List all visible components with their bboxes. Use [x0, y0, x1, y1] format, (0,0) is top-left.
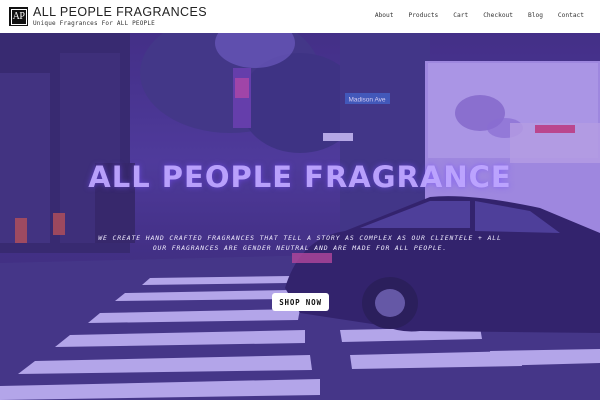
logo[interactable]: AP	[9, 7, 28, 26]
nav-item-products[interactable]: Products	[408, 12, 438, 19]
nav-item-contact[interactable]: Contact	[558, 12, 584, 19]
shop-now-button[interactable]: SHOP NOW	[272, 293, 329, 311]
nav-item-about[interactable]: About	[375, 12, 394, 19]
nav-item-cart[interactable]: Cart	[453, 12, 468, 19]
nav-item-blog[interactable]: Blog	[528, 12, 543, 19]
hero-title: ALL PEOPLE FRAGRANCE	[88, 160, 512, 194]
main-nav: About Products Cart Checkout Blog Contac…	[360, 12, 584, 19]
nav-item-checkout[interactable]: Checkout	[483, 12, 513, 19]
hero-description: WE CREATE HAND CRAFTED FRAGRANCES THAT T…	[98, 234, 502, 252]
hero-section: Madison Ave ALL PEOPLE FRAGRANCE WE CREA…	[0, 33, 600, 400]
logo-text: AP	[10, 8, 27, 25]
hero-overlay	[0, 33, 600, 400]
site-header: AP ALL PEOPLE FRAGRANCES Unique Fragranc…	[0, 0, 600, 33]
site-tagline: Unique Fragrances For ALL PEOPLE	[33, 20, 155, 27]
site-title[interactable]: ALL PEOPLE FRAGRANCES	[33, 5, 207, 19]
